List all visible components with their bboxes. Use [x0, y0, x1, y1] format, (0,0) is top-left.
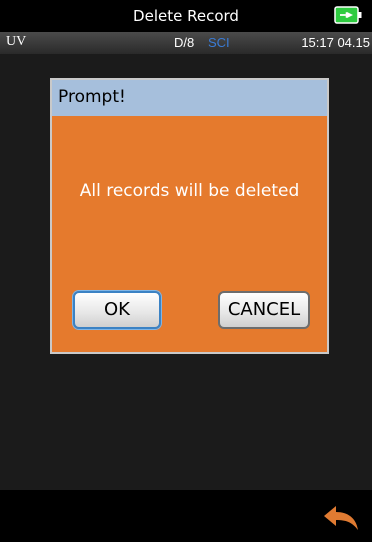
light-source-label: UV — [6, 34, 27, 49]
confirm-dialog: Prompt! All records will be deleted OK C… — [50, 78, 329, 354]
back-arrow-icon[interactable] — [318, 500, 362, 534]
cancel-button[interactable]: CANCEL — [218, 291, 310, 329]
title-bar: Delete Record — [0, 0, 372, 32]
device-screen: Delete Record UV D/8 SCI 15:17 04.15 Pro… — [0, 0, 372, 542]
ok-button[interactable]: OK — [73, 291, 161, 329]
page-title: Delete Record — [133, 7, 239, 25]
geometry-label: D/8 — [174, 35, 195, 50]
dialog-header: Prompt! — [52, 80, 327, 116]
mode-label: SCI — [208, 35, 230, 50]
status-bar: UV D/8 SCI 15:17 04.15 — [0, 32, 372, 54]
battery-charging-icon — [334, 6, 362, 24]
time-label: 15:17 04.15 — [301, 35, 370, 50]
bottom-bar — [0, 490, 372, 542]
dialog-title: Prompt! — [58, 87, 126, 107]
dialog-message: All records will be deleted — [79, 181, 300, 201]
